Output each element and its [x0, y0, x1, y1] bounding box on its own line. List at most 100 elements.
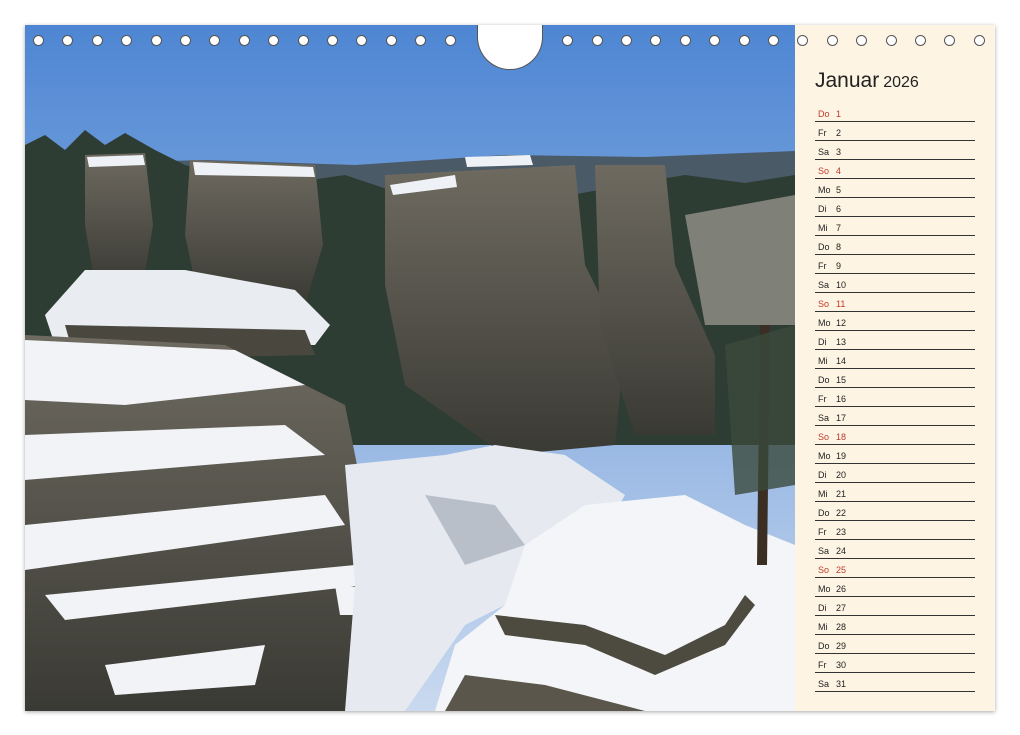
binding-hole [886, 35, 897, 46]
binding-hole [974, 35, 985, 46]
binding-hole [856, 35, 867, 46]
day-number: 3 [836, 147, 842, 157]
weekday-label: Di [818, 204, 827, 214]
day-number: 11 [836, 299, 846, 309]
weekday-label: So [818, 299, 830, 309]
day-number: 14 [836, 356, 847, 366]
day-number: 31 [836, 679, 847, 689]
day-number: 8 [836, 242, 842, 252]
day-number: 6 [836, 204, 842, 214]
weekday-label: Mi [818, 223, 828, 233]
day-row: Sa 24 [815, 540, 975, 559]
binding-hole [592, 35, 603, 46]
weekday-label: Mo [818, 185, 831, 195]
day-number: 20 [836, 470, 847, 480]
day-row: Mo 19 [815, 445, 975, 464]
binding-hole [739, 35, 750, 46]
binding-hole [915, 35, 926, 46]
weekday-label: Do [818, 242, 830, 252]
day-row: Fr 30 [815, 654, 975, 673]
weekday-label: Do [818, 508, 830, 518]
day-row: Di 13 [815, 331, 975, 350]
weekday-label: Mi [818, 489, 828, 499]
binding-hole [797, 35, 808, 46]
landscape-photo [25, 25, 795, 711]
day-number: 27 [836, 603, 847, 613]
calendar-sidebar: Januar 2026 Do 1 Fr 2 Sa 3 So 4 Mo 5 Di 6 Mi 7 Do 8 Fr 9 Sa… [795, 25, 995, 711]
day-row: Do 8 [815, 236, 975, 255]
day-row: Mi 21 [815, 483, 975, 502]
weekday-label: Mo [818, 584, 831, 594]
day-row: Mi 28 [815, 616, 975, 635]
day-row: So 4 [815, 160, 975, 179]
binding-hole [680, 35, 691, 46]
binding-hole [33, 35, 44, 46]
day-list: Do 1 Fr 2 Sa 3 So 4 Mo 5 Di 6 Mi 7 Do 8 Fr 9 Sa 10 So 11 Mo 12 D… [815, 103, 975, 692]
weekday-label: Di [818, 603, 827, 613]
binding-hole [268, 35, 279, 46]
day-row: So 11 [815, 293, 975, 312]
day-number: 24 [836, 546, 847, 556]
weekday-label: Fr [818, 527, 827, 537]
day-row: Sa 17 [815, 407, 975, 426]
day-number: 22 [836, 508, 847, 518]
month-name: Januar [815, 69, 880, 92]
month-heading: Januar 2026 [815, 69, 919, 93]
day-row: Do 1 [815, 103, 975, 122]
day-row: So 25 [815, 559, 975, 578]
day-number: 13 [836, 337, 847, 347]
binding-hole [621, 35, 632, 46]
day-row: Fr 23 [815, 521, 975, 540]
binding-hole [944, 35, 955, 46]
weekday-label: Mi [818, 622, 828, 632]
weekday-label: So [818, 432, 830, 442]
binding-hole [151, 35, 162, 46]
binding-hole [298, 35, 309, 46]
day-row: So 18 [815, 426, 975, 445]
binding-hole [180, 35, 191, 46]
weekday-label: Do [818, 375, 830, 385]
binding-hole [239, 35, 250, 46]
weekday-label: Sa [818, 147, 830, 157]
weekday-label: Di [818, 337, 827, 347]
day-number: 26 [836, 584, 847, 594]
binding-hole [327, 35, 338, 46]
day-number: 29 [836, 641, 847, 651]
binding-hole [62, 35, 73, 46]
day-row: Mi 7 [815, 217, 975, 236]
day-number: 10 [836, 280, 847, 290]
binding-hole [650, 35, 661, 46]
binding-hole [768, 35, 779, 46]
weekday-label: Mi [818, 356, 828, 366]
day-row: Do 15 [815, 369, 975, 388]
day-number: 23 [836, 527, 847, 537]
weekday-label: Fr [818, 660, 827, 670]
day-number: 21 [836, 489, 847, 499]
day-number: 1 [836, 109, 842, 119]
weekday-label: Do [818, 641, 830, 651]
weekday-label: Sa [818, 679, 830, 689]
day-row: Mo 26 [815, 578, 975, 597]
day-number: 15 [836, 375, 847, 385]
day-number: 7 [836, 223, 842, 233]
weekday-label: Sa [818, 546, 830, 556]
day-number: 18 [836, 432, 847, 442]
day-row: Mi 14 [815, 350, 975, 369]
weekday-label: Di [818, 470, 827, 480]
day-row: Di 20 [815, 464, 975, 483]
day-row: Fr 9 [815, 255, 975, 274]
calendar-page: Januar 2026 Do 1 Fr 2 Sa 3 So 4 Mo 5 Di 6 Mi 7 Do 8 Fr 9 Sa… [25, 25, 995, 711]
year-label: 2026 [883, 74, 919, 91]
day-number: 12 [836, 318, 847, 328]
day-number: 17 [836, 413, 847, 423]
binding-hole [121, 35, 132, 46]
day-number: 28 [836, 622, 847, 632]
day-number: 30 [836, 660, 847, 670]
weekday-label: Do [818, 109, 830, 119]
binding-hole [562, 35, 573, 46]
day-number: 25 [836, 565, 847, 575]
day-row: Fr 2 [815, 122, 975, 141]
day-row: Mo 5 [815, 179, 975, 198]
weekday-label: Mo [818, 451, 831, 461]
weekday-label: Fr [818, 394, 827, 404]
